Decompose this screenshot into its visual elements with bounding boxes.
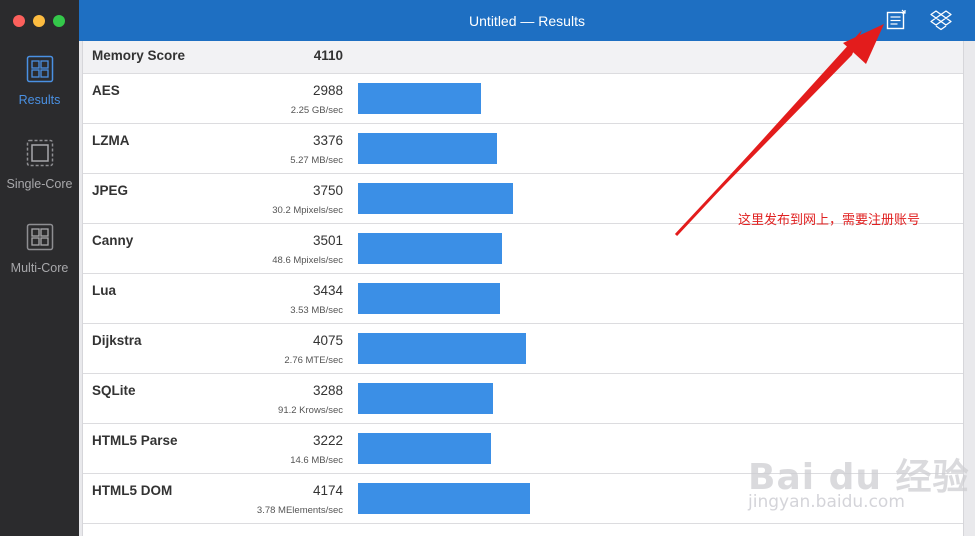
score-bar <box>358 433 491 464</box>
single-core-chip-icon <box>26 139 53 167</box>
benchmark-score: 2988 <box>312 83 343 98</box>
sidebar: Results Single-Core Multi-Core <box>0 0 79 536</box>
benchmark-throughput: 2.25 GB/sec <box>290 105 343 116</box>
dropbox-icon[interactable] <box>930 9 952 31</box>
benchmark-throughput: 91.2 Krows/sec <box>278 405 343 416</box>
benchmark-name: SQLite <box>92 383 136 398</box>
sidebar-item-multi-core[interactable]: Multi-Core <box>0 223 79 275</box>
table-row: Canny 3501 48.6 Mpixels/sec <box>83 224 963 274</box>
minimize-window-button[interactable] <box>33 15 45 27</box>
benchmark-score: 3501 <box>312 233 343 248</box>
benchmark-name: HTML5 DOM <box>92 483 173 498</box>
benchmark-score: 3288 <box>312 383 343 398</box>
benchmark-throughput: 3.53 MB/sec <box>290 305 343 316</box>
benchmark-score: 3434 <box>312 283 343 298</box>
sidebar-item-results[interactable]: Results <box>0 55 79 107</box>
benchmark-score: 4174 <box>312 483 343 498</box>
benchmark-throughput: 5.27 MB/sec <box>290 155 343 166</box>
score-bar <box>358 183 513 214</box>
table-row: SQLite 3288 91.2 Krows/sec <box>83 374 963 424</box>
close-window-button[interactable] <box>13 15 25 27</box>
sidebar-item-label: Multi-Core <box>10 261 69 275</box>
benchmark-throughput: 2.76 MTE/sec <box>284 355 343 366</box>
benchmark-score: 4075 <box>312 333 343 348</box>
multi-core-chip-icon <box>26 223 53 251</box>
table-row: Dijkstra 4075 2.76 MTE/sec <box>83 324 963 374</box>
benchmark-throughput: 30.2 Mpixels/sec <box>272 205 343 216</box>
sidebar-item-label: Results <box>18 93 61 107</box>
memory-score-value: 4110 <box>313 48 343 63</box>
share-document-icon[interactable] <box>885 9 907 31</box>
benchmark-throughput: 14.6 MB/sec <box>290 455 343 466</box>
sidebar-item-single-core[interactable]: Single-Core <box>0 139 79 191</box>
zoom-window-button[interactable] <box>53 15 65 27</box>
memory-score-header: Memory Score 4110 <box>83 41 963 74</box>
benchmark-score: 3750 <box>312 183 343 198</box>
results-grid-icon <box>26 55 53 83</box>
score-bar <box>358 83 481 114</box>
window-title: Untitled — Results <box>469 13 585 29</box>
benchmark-name: JPEG <box>92 183 129 198</box>
benchmark-score: 3376 <box>312 133 343 148</box>
benchmark-throughput: 48.6 Mpixels/sec <box>272 255 343 266</box>
title-bar: Untitled — Results <box>79 0 975 41</box>
benchmark-name: AES <box>92 83 120 98</box>
annotation-text: 这里发布到网上，需要注册账号 <box>738 213 921 228</box>
watermark-url: jingyan.baidu.com <box>748 492 905 512</box>
score-bar <box>358 383 493 414</box>
score-bar <box>358 133 497 164</box>
table-row: Lua 3434 3.53 MB/sec <box>83 274 963 324</box>
score-bar <box>358 283 500 314</box>
benchmark-name: HTML5 Parse <box>92 433 178 448</box>
score-bar <box>358 333 526 364</box>
sidebar-item-label: Single-Core <box>6 177 73 191</box>
benchmark-name: Lua <box>92 283 117 298</box>
benchmark-name: LZMA <box>92 133 130 148</box>
table-row: LZMA 3376 5.27 MB/sec <box>83 124 963 174</box>
table-row: AES 2988 2.25 GB/sec <box>83 74 963 124</box>
score-bar <box>358 233 502 264</box>
benchmark-throughput: 3.78 MElements/sec <box>256 505 343 516</box>
benchmark-score: 3222 <box>312 433 343 448</box>
memory-score-label: Memory Score <box>92 48 186 63</box>
score-bar <box>358 483 530 514</box>
benchmark-name: Dijkstra <box>92 333 142 348</box>
benchmark-name: Canny <box>92 233 134 248</box>
